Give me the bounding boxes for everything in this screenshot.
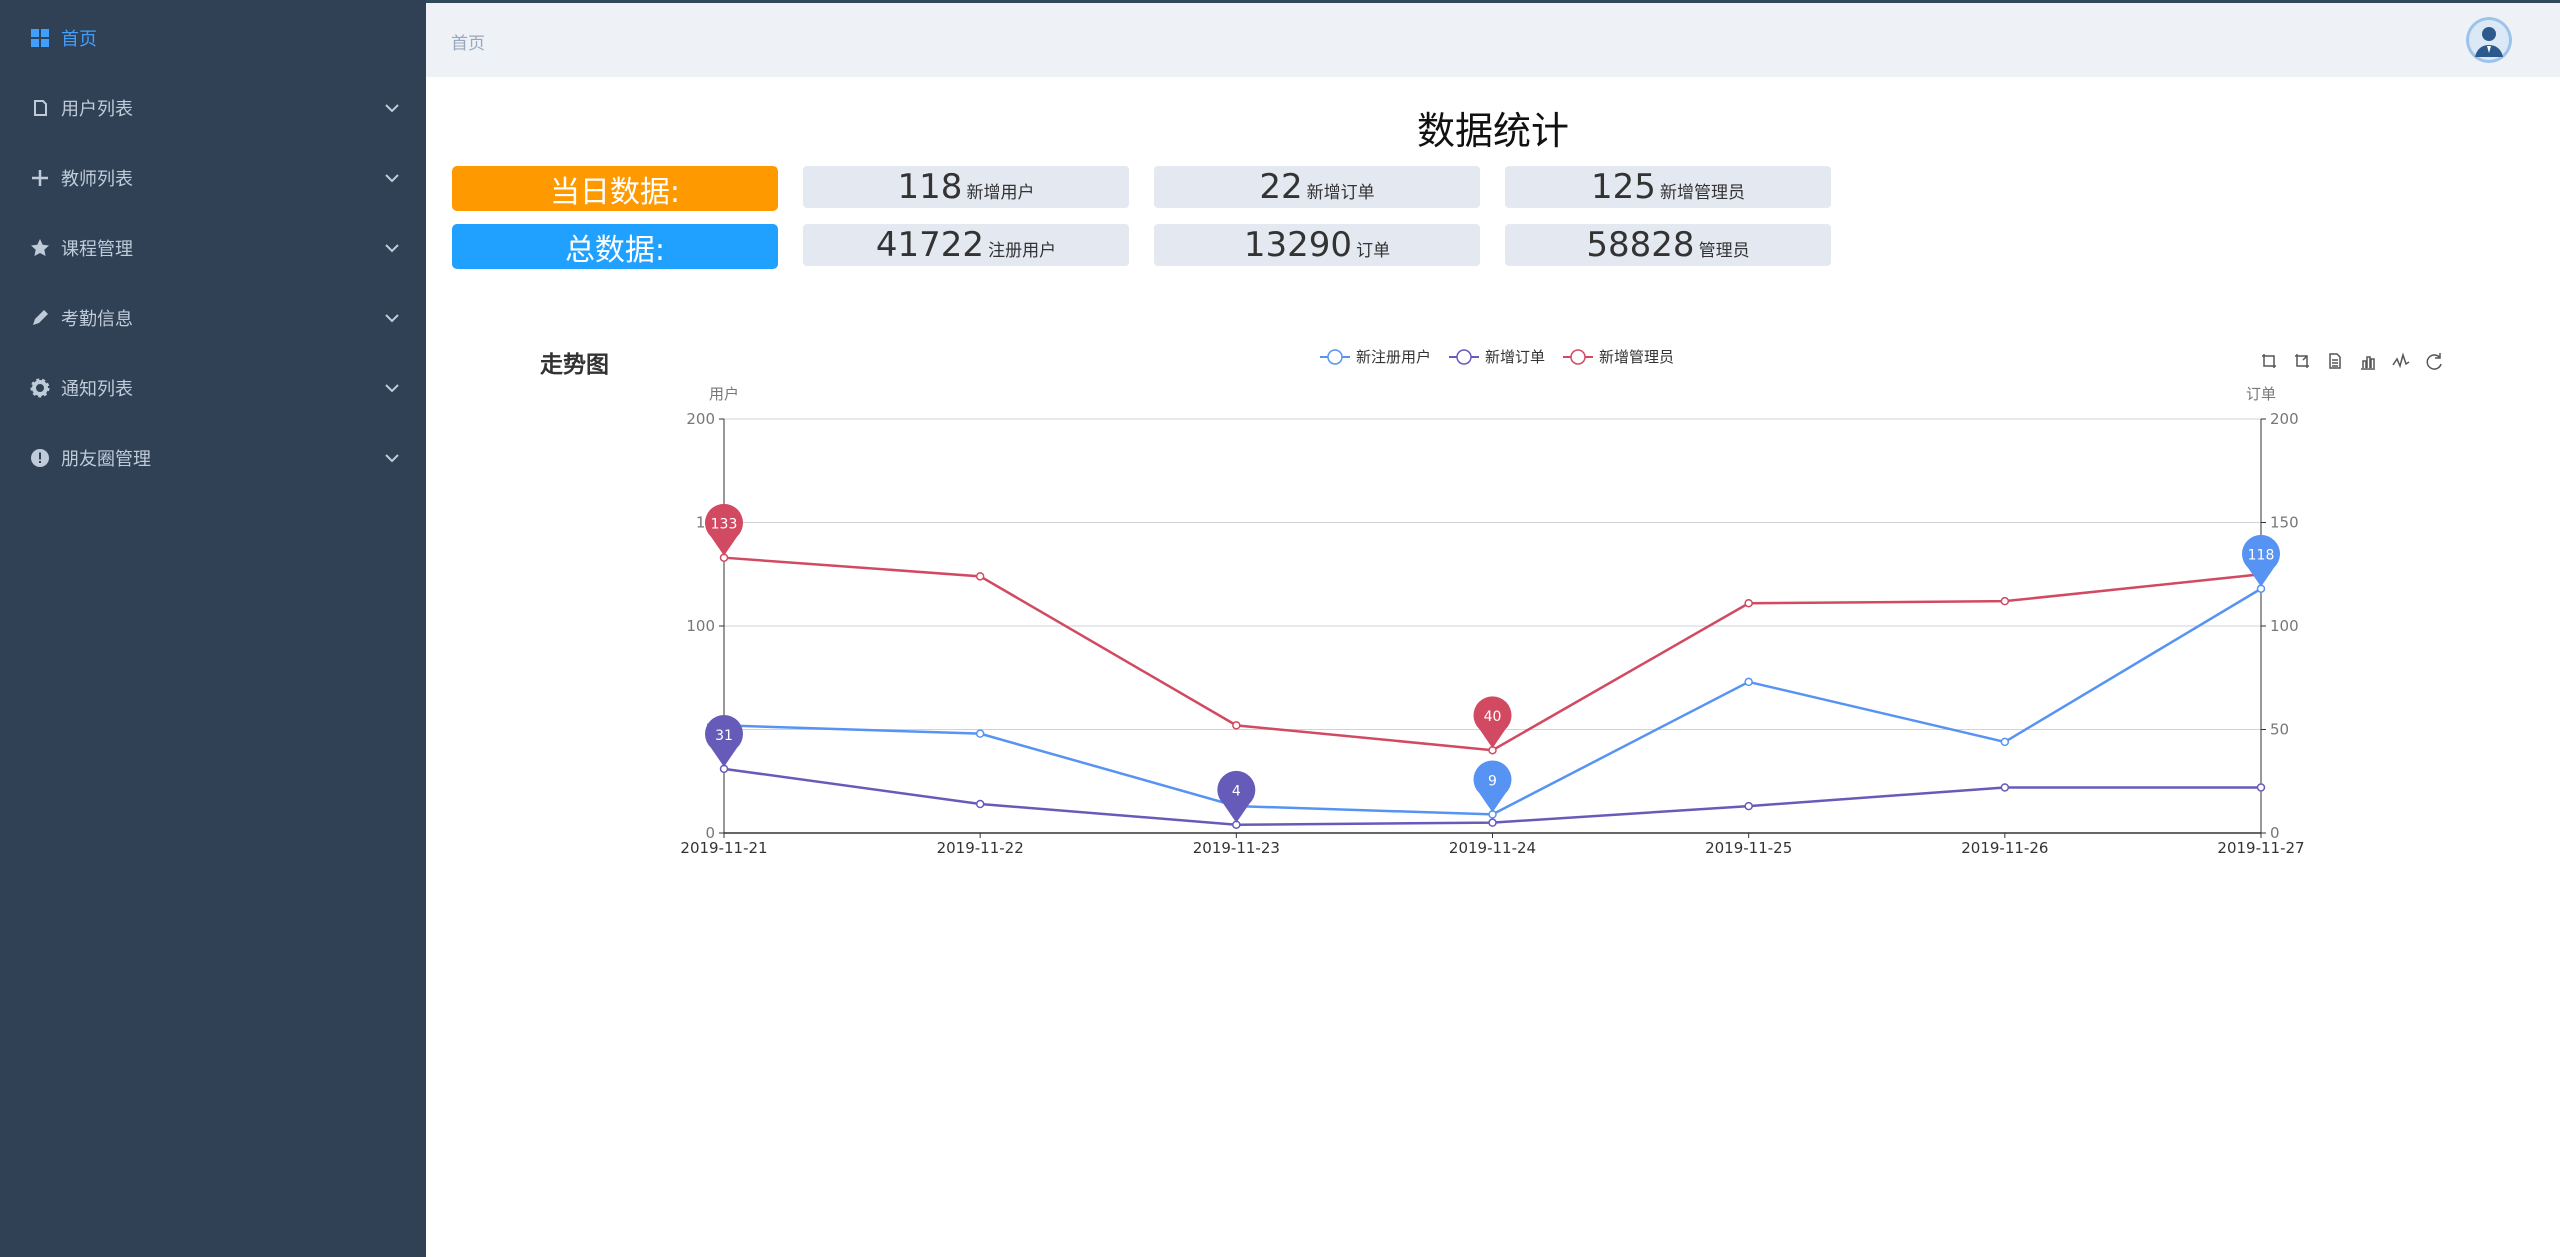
- marker-label: 40: [1484, 709, 1502, 725]
- data-point: [2256, 783, 2266, 792]
- legend-symbol: [1570, 349, 1586, 365]
- marker-label: 31: [715, 728, 733, 744]
- marker-label: 118: [2248, 548, 2275, 564]
- y-right-axis-name: 订单: [2246, 385, 2276, 403]
- data-point: [2000, 737, 2010, 747]
- data-point: [1744, 677, 1753, 687]
- trend-chart: 0055010010015150200200用户订单2019-11-212019…: [680, 348, 2442, 857]
- bar-chart-icon[interactable]: [2361, 356, 2375, 370]
- y-right-tick-label: 50: [2270, 721, 2289, 739]
- y-right-tick-label: 200: [2270, 410, 2299, 428]
- data-point: [2000, 596, 2010, 606]
- x-tick-label: 2019-11-23: [1193, 839, 1280, 857]
- data-point: [975, 799, 985, 809]
- data-point: [2000, 783, 2010, 792]
- legend-symbol: [1456, 349, 1472, 365]
- line-chart-icon[interactable]: [2392, 352, 2410, 369]
- legend-label: 新增管理员: [1599, 348, 1674, 366]
- y-left-axis-name: 用户: [709, 385, 739, 403]
- restore-icon[interactable]: [2426, 353, 2442, 370]
- legend-symbol: [1327, 349, 1343, 365]
- x-tick-label: 2019-11-25: [1705, 839, 1792, 857]
- y-left-tick-label: 200: [686, 410, 715, 428]
- data-point: [1232, 721, 1241, 730]
- marker-label: 4: [1232, 784, 1241, 800]
- data-point: [1744, 598, 1753, 608]
- x-tick-label: 2019-11-26: [1961, 839, 2048, 857]
- legend-label: 新增订单: [1485, 348, 1545, 366]
- data-point: [1488, 818, 1497, 827]
- data-view-icon[interactable]: [2329, 353, 2341, 369]
- data-point: [975, 729, 985, 738]
- x-tick-label: 2019-11-27: [2217, 839, 2304, 857]
- y-right-tick-label: 150: [2270, 514, 2299, 532]
- data-point: [1744, 801, 1753, 811]
- data-point: [975, 572, 985, 581]
- x-tick-label: 2019-11-24: [1449, 839, 1536, 857]
- zoom-icon[interactable]: [2262, 354, 2276, 368]
- y-right-tick-label: 100: [2270, 617, 2299, 635]
- x-tick-label: 2019-11-21: [680, 839, 767, 857]
- marker-label: 133: [711, 517, 738, 533]
- marker-label: 9: [1488, 773, 1497, 789]
- y-left-tick-label: 100: [686, 617, 715, 635]
- x-tick-label: 2019-11-22: [937, 839, 1024, 857]
- legend-label: 新注册用户: [1356, 348, 1431, 366]
- zoom-reset-icon[interactable]: [2295, 354, 2309, 368]
